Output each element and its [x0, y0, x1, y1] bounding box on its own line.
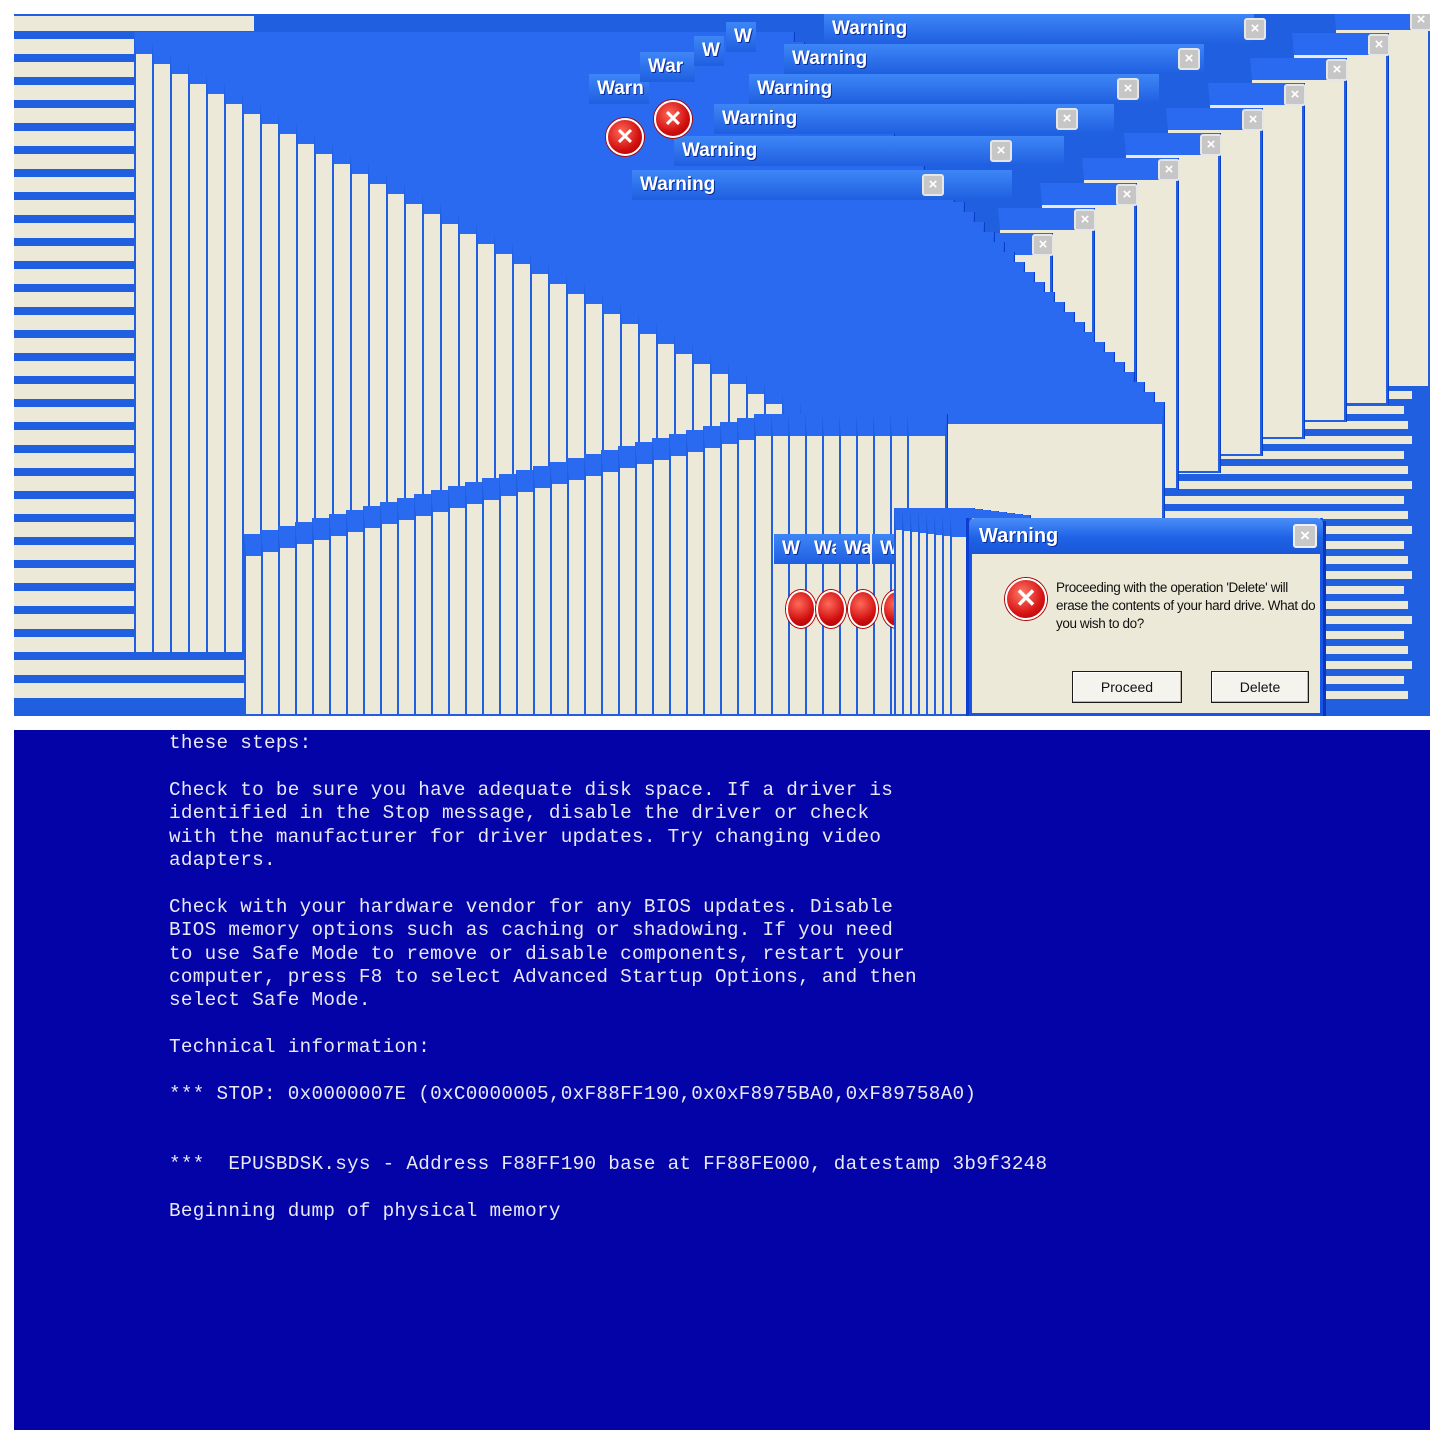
- error-icon: ✕: [606, 118, 644, 156]
- stacked-window-edge: [14, 14, 254, 33]
- stacked-window-title: Warning: [824, 14, 1254, 44]
- close-icon: ×: [1056, 108, 1078, 130]
- close-icon: ×: [1158, 159, 1180, 181]
- stacked-window-title: W: [726, 22, 756, 52]
- delete-button[interactable]: Delete: [1211, 671, 1309, 703]
- error-icon: ✕: [654, 100, 692, 138]
- stacked-window-title: Warning: [784, 44, 1204, 74]
- bsod-line: with the manufacturer for driver updates…: [169, 825, 882, 848]
- error-icon: [786, 590, 816, 628]
- close-icon: ×: [1032, 234, 1054, 256]
- close-icon[interactable]: ×: [1293, 524, 1317, 548]
- warning-dialog-titlebar[interactable]: Warning ×: [969, 518, 1323, 554]
- stacked-window-title: W: [774, 534, 808, 564]
- proceed-button[interactable]: Proceed: [1072, 671, 1182, 703]
- close-icon: ×: [1116, 184, 1138, 206]
- warning-dialog: Warning × ✕ Proceeding with the operatio…: [969, 518, 1323, 716]
- bsod-line: computer, press F8 to select Advanced St…: [169, 966, 917, 988]
- close-icon: ×: [922, 174, 944, 196]
- stacked-window-title: Warning: [714, 104, 1114, 134]
- stacked-window-title: Wa: [836, 534, 870, 564]
- close-icon: ×: [1074, 209, 1096, 231]
- bsod-line: BIOS memory options such as caching or s…: [169, 919, 894, 942]
- stacked-window-title: War: [640, 52, 695, 82]
- stacked-window-title: Warning: [632, 170, 1012, 200]
- close-icon: ×: [1284, 84, 1306, 106]
- close-icon: ×: [1117, 78, 1139, 100]
- close-icon: ×: [1244, 18, 1266, 40]
- close-icon: ×: [1200, 134, 1222, 156]
- bsod-line: *** EPUSBDSK.sys - Address F88FF190 base…: [169, 1153, 1048, 1176]
- blue-screen-panel: these steps: Check to be sure you have ad…: [14, 730, 1430, 1430]
- warning-cascade-panel: ×will×will×will×will×will×will×will×will…: [14, 14, 1430, 716]
- bsod-line: Check with your hardware vendor for any …: [169, 895, 894, 918]
- warning-dialog-message: Proceeding with the operation 'Delete' w…: [1056, 580, 1316, 631]
- close-icon: ×: [990, 140, 1012, 162]
- stacked-window-title: Warning: [749, 74, 1159, 104]
- bsod-line: select Safe Mode.: [169, 989, 371, 1012]
- bsod-line: to use Safe Mode to remove or disable co…: [169, 942, 905, 965]
- bsod-line: these steps:: [169, 732, 312, 754]
- close-icon: ×: [1242, 109, 1264, 131]
- bsod-line: identified in the Stop message, disable …: [169, 802, 870, 825]
- stacked-window-title: W: [694, 36, 724, 66]
- error-icon: [848, 590, 878, 628]
- close-icon: ×: [1410, 14, 1430, 31]
- close-icon: ×: [1368, 34, 1390, 56]
- bsod-line: Beginning dump of physical memory: [169, 1200, 561, 1222]
- close-icon: ×: [1178, 48, 1200, 70]
- warning-dialog-title: Warning: [979, 525, 1059, 547]
- bsod-line: adapters.: [169, 849, 276, 871]
- bsod-line: Check to be sure you have adequate disk …: [169, 778, 894, 801]
- bsod-line: Technical information:: [169, 1036, 431, 1059]
- close-icon: ×: [1326, 59, 1348, 81]
- stacked-window-title: Wa: [806, 534, 840, 564]
- error-icon: ✕: [1005, 578, 1047, 620]
- error-icon: [816, 590, 846, 628]
- bsod-line: *** STOP: 0x0000007E (0xC0000005,0xF88FF…: [169, 1083, 977, 1105]
